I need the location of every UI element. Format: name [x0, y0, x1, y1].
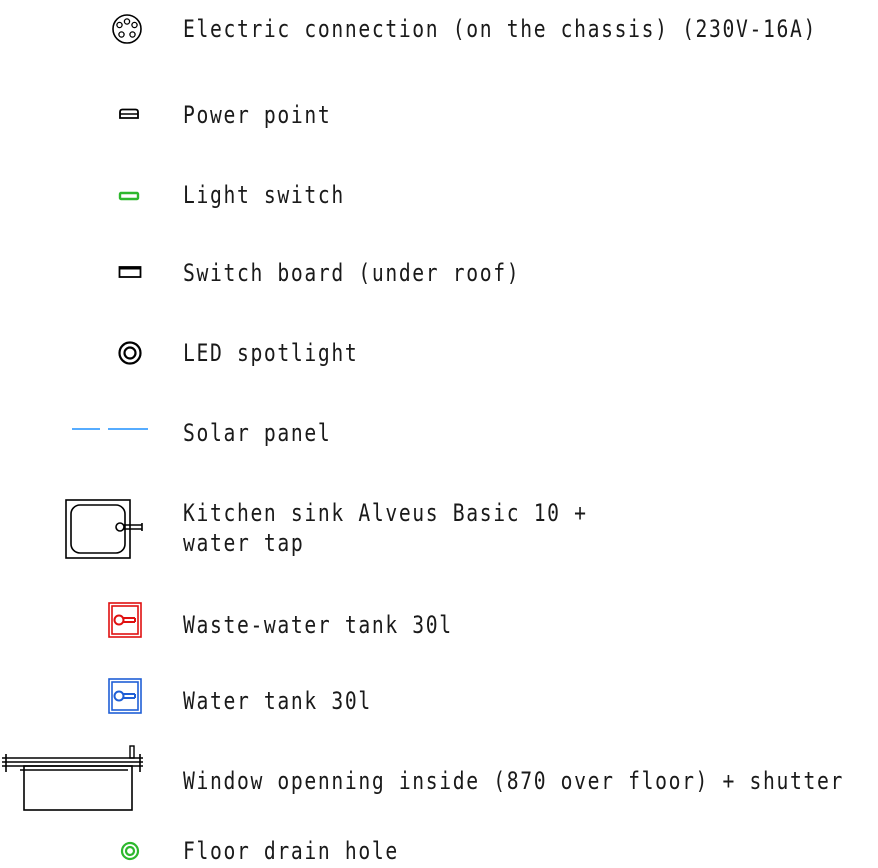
switch-board-icon [118, 266, 142, 278]
floor-drain-icon [120, 841, 140, 861]
legend-label-switch-board: Switch board (under roof) [183, 259, 521, 287]
legend-label-electric-connection: Electric connection (on the chassis) (23… [183, 15, 817, 43]
waste-water-tank-icon [108, 602, 142, 638]
led-spotlight-icon [118, 341, 142, 365]
solar-panel-line-icon [72, 428, 148, 430]
legend-label-floor-drain: Floor drain hole [183, 837, 399, 865]
kitchen-sink-icon [65, 499, 143, 559]
power-point-icon [119, 108, 139, 119]
water-tank-icon [108, 678, 142, 714]
legend-label-power-point: Power point [183, 101, 332, 129]
legend-label-waste-water-tank: Waste-water tank 30l [183, 611, 453, 639]
electric-socket-icon [112, 14, 142, 44]
legend-label-led-spotlight: LED spotlight [183, 339, 359, 367]
legend-label-water-tank: Water tank 30l [183, 687, 372, 715]
legend-label-solar-panel: Solar panel [183, 419, 332, 447]
light-switch-icon [118, 191, 140, 201]
legend-label-kitchen-sink-line1: Kitchen sink Alveus Basic 10 + [183, 499, 588, 527]
window-shutter-icon [2, 745, 143, 811]
legend-label-light-switch: Light switch [183, 181, 345, 209]
legend-label-kitchen-sink-line2: water tap [183, 529, 305, 557]
legend-label-window-opening: Window openning inside (870 over floor) … [183, 767, 844, 795]
